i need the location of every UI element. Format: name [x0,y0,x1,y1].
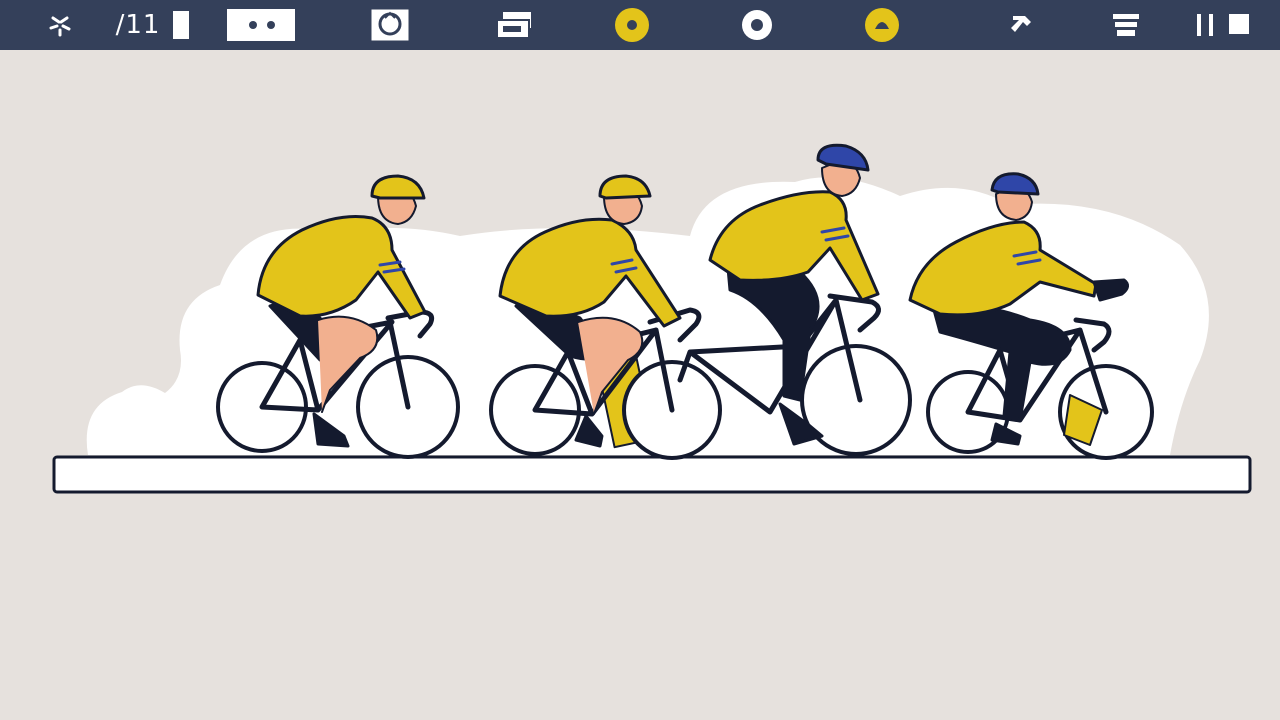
sparkle-icon[interactable] [40,0,80,50]
record-icon[interactable] [737,0,777,50]
pause-stop-icon[interactable] [1190,0,1254,50]
yellow-dome-icon[interactable] [862,0,902,50]
cyclists-illustration [52,143,1252,494]
stamp-icon[interactable] [368,0,412,50]
ground-bar [52,455,1252,494]
illustration-canvas [0,50,1280,720]
counter-block-icon [170,0,192,50]
layers-icon[interactable] [490,0,540,50]
page-counter-text: /11 [115,10,161,40]
page-counter: /11 [108,0,168,50]
slider-box-icon[interactable] [226,0,296,50]
yellow-circle-icon[interactable] [612,0,652,50]
hammer-icon[interactable] [1004,0,1044,50]
stack-icon[interactable] [1106,0,1146,50]
top-toolbar: /11 [0,0,1280,50]
